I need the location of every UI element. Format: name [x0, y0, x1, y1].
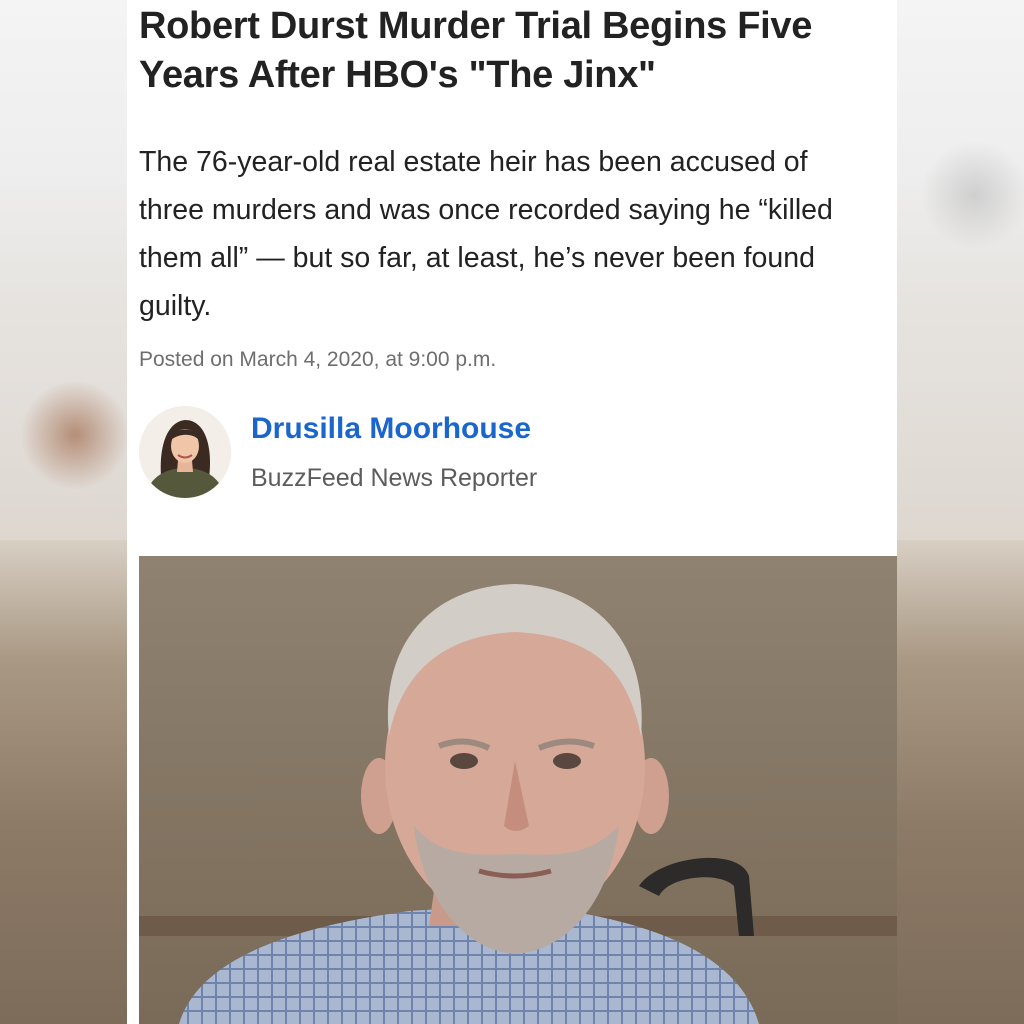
author-name-link[interactable]: Drusilla Moorhouse	[251, 412, 531, 446]
article-card: Robert Durst Murder Trial Begins Five Ye…	[127, 0, 897, 1024]
author-role: BuzzFeed News Reporter	[251, 464, 538, 492]
article-headline: Robert Durst Murder Trial Begins Five Ye…	[139, 5, 813, 96]
article-dek: The 76-year-old real estate heir has bee…	[139, 146, 833, 322]
author-byline: Drusilla Moorhouse BuzzFeed News Reporte…	[139, 406, 739, 498]
author-avatar[interactable]	[139, 406, 231, 498]
article-photo	[139, 556, 897, 1024]
post-timestamp: Posted on March 4, 2020, at 9:00 p.m.	[139, 348, 497, 371]
